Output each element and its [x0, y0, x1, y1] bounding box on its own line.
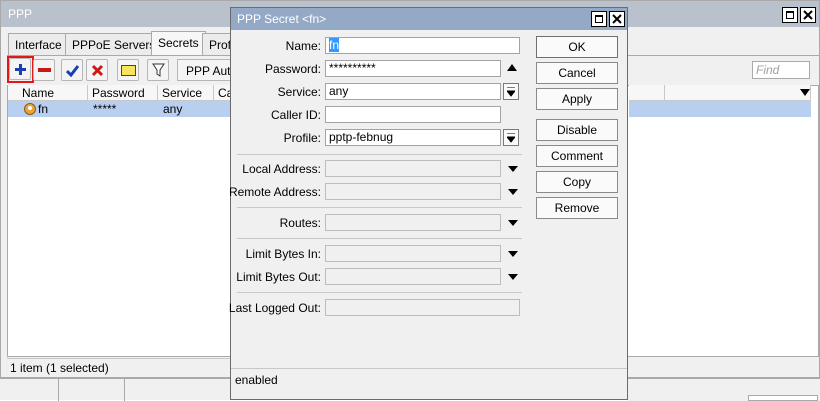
apply-button[interactable]: Apply — [536, 88, 618, 110]
column-header-extra-2[interactable] — [665, 85, 811, 101]
ok-button[interactable]: OK — [536, 36, 618, 58]
maximize-button[interactable] — [782, 7, 798, 23]
dropdown-arrow-icon[interactable] — [508, 274, 518, 281]
copy-button[interactable]: Copy — [536, 171, 618, 193]
column-header-name[interactable]: Name — [8, 85, 88, 101]
password-input[interactable]: ********** — [325, 60, 501, 77]
ppp-window-title: PPP — [8, 7, 33, 21]
caller-id-input[interactable] — [325, 106, 501, 123]
name-label: Name: — [285, 39, 321, 53]
column-header-password[interactable]: Password — [88, 85, 158, 101]
dialog-status-bar: enabled — [231, 368, 627, 390]
disable-button[interactable] — [86, 59, 108, 81]
last-logged-out-label: Last Logged Out: — [228, 301, 321, 315]
section-divider — [237, 207, 522, 208]
cell-name: fn — [38, 102, 49, 116]
limit-bytes-out-label: Limit Bytes Out: — [236, 270, 321, 284]
limit-bytes-in-label: Limit Bytes In: — [245, 247, 321, 261]
check-icon — [66, 65, 79, 77]
column-menu-arrow-icon[interactable] — [800, 89, 810, 97]
filter-button[interactable] — [147, 59, 169, 81]
local-address-input[interactable] — [325, 160, 501, 177]
cell-password: ***** — [93, 102, 117, 116]
dropdown-arrow-icon[interactable] — [508, 220, 518, 227]
filter-icon — [152, 63, 165, 77]
dialog-title: PPP Secret <fn> — [237, 12, 327, 26]
last-logged-out-field — [325, 299, 520, 316]
limit-bytes-in-input[interactable] — [325, 245, 501, 262]
profile-label: Profile: — [283, 131, 321, 145]
add-button[interactable] — [9, 58, 31, 80]
close-icon — [803, 10, 813, 20]
column-header-service[interactable]: Service — [158, 85, 214, 101]
remove-icon — [38, 68, 51, 72]
dropdown-arrow-icon — [507, 87, 515, 97]
find-input[interactable]: Find — [752, 61, 810, 79]
add-icon — [15, 64, 26, 75]
name-value: fn — [329, 38, 340, 52]
disable-button[interactable]: Disable — [536, 119, 618, 141]
maximize-icon — [595, 15, 603, 23]
routes-label: Routes: — [279, 216, 321, 230]
close-icon — [612, 14, 622, 24]
limit-bytes-out-input[interactable] — [325, 268, 501, 285]
dropdown-arrow-icon[interactable] — [508, 166, 518, 173]
tab-secrets[interactable]: Secrets — [151, 31, 206, 55]
local-address-label: Local Address: — [242, 162, 321, 176]
up-arrow-icon[interactable] — [507, 64, 517, 72]
dropdown-arrow-icon — [507, 133, 515, 143]
status-bar: 1 item (1 selected) — [7, 358, 232, 376]
cell-service: any — [163, 102, 183, 116]
dialog-titlebar[interactable]: PPP Secret <fn> — [231, 8, 627, 30]
service-select[interactable]: any — [325, 83, 501, 100]
ppp-secret-dialog: PPP Secret <fn> Name: fn Password: *****… — [229, 7, 628, 400]
close-button[interactable] — [800, 7, 816, 23]
enable-button[interactable] — [61, 59, 83, 81]
section-divider — [237, 154, 522, 155]
remove-button[interactable]: Remove — [536, 197, 618, 219]
caller-id-label: Caller ID: — [270, 108, 321, 122]
section-divider — [237, 292, 522, 293]
x-icon — [91, 64, 104, 77]
tab-interface[interactable]: Interface — [8, 33, 69, 55]
dialog-maximize-button[interactable] — [591, 11, 607, 27]
column-header-extra[interactable] — [629, 85, 665, 101]
profile-dropdown-button[interactable] — [503, 129, 519, 146]
dropdown-arrow-icon[interactable] — [508, 251, 518, 258]
maximize-icon — [786, 11, 794, 19]
comment-button[interactable] — [117, 59, 139, 81]
routes-input[interactable] — [325, 214, 501, 231]
dropdown-arrow-icon[interactable] — [508, 189, 518, 196]
remote-address-input[interactable] — [325, 183, 501, 200]
remote-address-label: Remote Address: — [228, 185, 321, 199]
table-row-right-part[interactable] — [629, 101, 811, 117]
password-label: Password: — [264, 62, 321, 76]
name-input[interactable]: fn — [325, 37, 520, 54]
section-divider — [237, 238, 522, 239]
cancel-button[interactable]: Cancel — [536, 62, 618, 84]
profile-select[interactable]: pptp-febnug — [325, 129, 501, 146]
service-label: Service: — [277, 85, 321, 99]
service-dropdown-button[interactable] — [503, 83, 519, 100]
comment-button[interactable]: Comment — [536, 145, 618, 167]
comment-icon — [121, 65, 136, 76]
dialog-close-button[interactable] — [609, 11, 625, 27]
remove-button[interactable] — [33, 59, 55, 81]
tab-pppoe-servers[interactable]: PPPoE Servers — [65, 33, 163, 55]
